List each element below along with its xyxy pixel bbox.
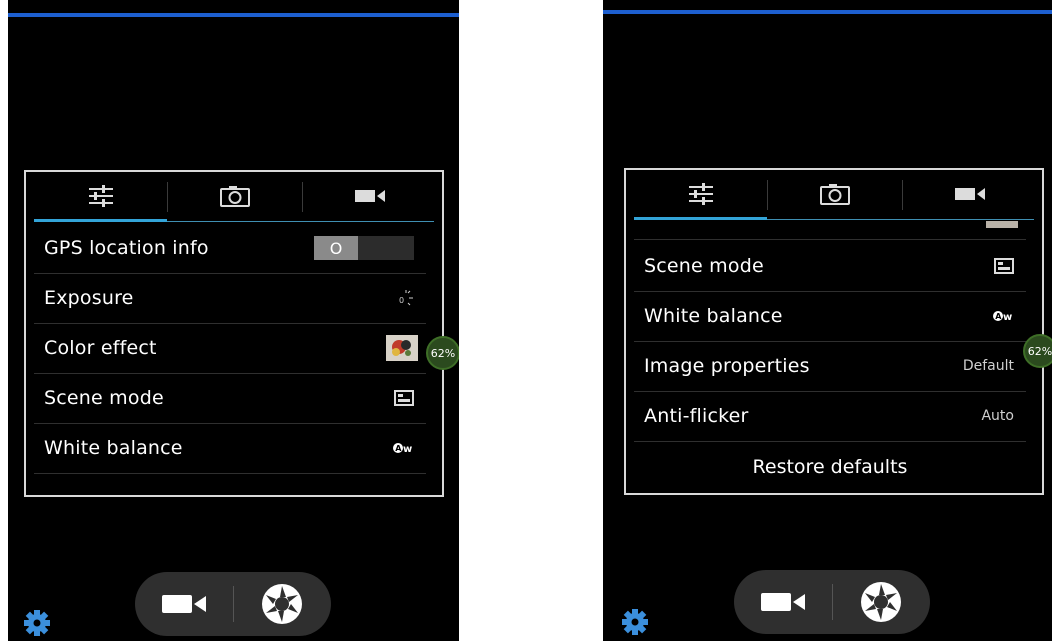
- tab-bar: [26, 172, 442, 222]
- video-camera-icon: [354, 190, 385, 202]
- battery-badge: 62%: [1023, 334, 1052, 368]
- white-balance-label: White balance: [44, 437, 183, 459]
- tab-camera-settings[interactable]: [768, 170, 902, 218]
- row-gps-location-info[interactable]: GPS location info O: [34, 223, 426, 274]
- camera-icon: [820, 184, 850, 205]
- tab-camera-settings[interactable]: [168, 172, 302, 220]
- shutter-icon: [861, 582, 901, 622]
- row-white-balance[interactable]: White balance A w: [634, 291, 1026, 342]
- settings-panel: GPS location info O Exposure 0 Color eff…: [24, 170, 444, 497]
- toggle-knob: O: [314, 236, 358, 260]
- tab-video-settings[interactable]: [303, 172, 436, 220]
- row-color-effect[interactable]: Color effect: [34, 323, 426, 374]
- tab-video-settings[interactable]: [903, 170, 1036, 218]
- gear-icon[interactable]: [24, 610, 50, 640]
- gear-icon[interactable]: [622, 609, 648, 639]
- active-tab-indicator: [634, 217, 767, 220]
- capture-controls: [135, 572, 331, 636]
- status-bar-line: [8, 13, 459, 17]
- right-screen: Scene mode White balance A w Image prope…: [603, 0, 1052, 641]
- awb-icon: A w: [392, 442, 414, 454]
- anti-flicker-label: Anti-flicker: [644, 405, 749, 427]
- awb-icon: A w: [992, 310, 1014, 322]
- anti-flicker-value: Auto: [981, 408, 1014, 424]
- row-anti-flicker[interactable]: Anti-flicker Auto: [634, 391, 1026, 442]
- scrolled-row-fragment: [634, 221, 1026, 240]
- row-image-properties[interactable]: Image properties Default: [634, 341, 1026, 392]
- color-effect-thumbnail-icon: [986, 221, 1018, 228]
- row-white-balance[interactable]: White balance A w: [34, 423, 426, 474]
- exposure-icon: 0: [398, 289, 414, 307]
- svg-text:A: A: [995, 312, 1002, 321]
- left-screen: GPS location info O Exposure 0 Color eff…: [8, 0, 459, 641]
- status-bar-line: [603, 10, 1052, 14]
- record-video-button[interactable]: [135, 572, 233, 636]
- video-camera-icon: [761, 593, 805, 611]
- battery-badge: 62%: [426, 336, 459, 370]
- svg-text:A: A: [395, 444, 402, 453]
- row-scene-mode[interactable]: Scene mode: [634, 241, 1026, 292]
- restore-defaults-button[interactable]: Restore defaults: [634, 442, 1026, 492]
- svg-text:w: w: [403, 444, 412, 454]
- image-properties-label: Image properties: [644, 355, 810, 377]
- svg-text:w: w: [1003, 312, 1012, 322]
- sliders-icon: [88, 185, 113, 207]
- exposure-label: Exposure: [44, 287, 134, 309]
- image-properties-value: Default: [962, 358, 1014, 374]
- tab-general-settings[interactable]: [634, 170, 767, 218]
- scene-mode-label: Scene mode: [44, 387, 164, 409]
- video-camera-icon: [162, 595, 206, 613]
- sliders-icon: [688, 183, 713, 205]
- tab-bar: [626, 170, 1042, 220]
- camera-icon: [220, 186, 250, 207]
- shutter-button[interactable]: [233, 572, 331, 636]
- shutter-icon: [262, 584, 302, 624]
- svg-text:0: 0: [399, 296, 404, 305]
- scene-mode-icon: [394, 390, 414, 406]
- record-video-button[interactable]: [734, 570, 832, 634]
- scene-mode-label: Scene mode: [644, 255, 764, 277]
- white-balance-label: White balance: [644, 305, 783, 327]
- scene-mode-icon: [994, 258, 1014, 274]
- gps-toggle[interactable]: O: [314, 236, 414, 260]
- shutter-button[interactable]: [832, 570, 930, 634]
- color-effect-label: Color effect: [44, 337, 157, 359]
- row-scene-mode[interactable]: Scene mode: [34, 373, 426, 424]
- active-tab-indicator: [34, 219, 167, 222]
- color-effect-thumbnail-icon: [386, 335, 418, 361]
- video-camera-icon: [954, 188, 985, 200]
- capture-controls: [734, 570, 930, 634]
- settings-panel: Scene mode White balance A w Image prope…: [624, 168, 1044, 495]
- gps-label: GPS location info: [44, 237, 209, 259]
- row-exposure[interactable]: Exposure 0: [34, 273, 426, 324]
- tab-general-settings[interactable]: [34, 172, 167, 220]
